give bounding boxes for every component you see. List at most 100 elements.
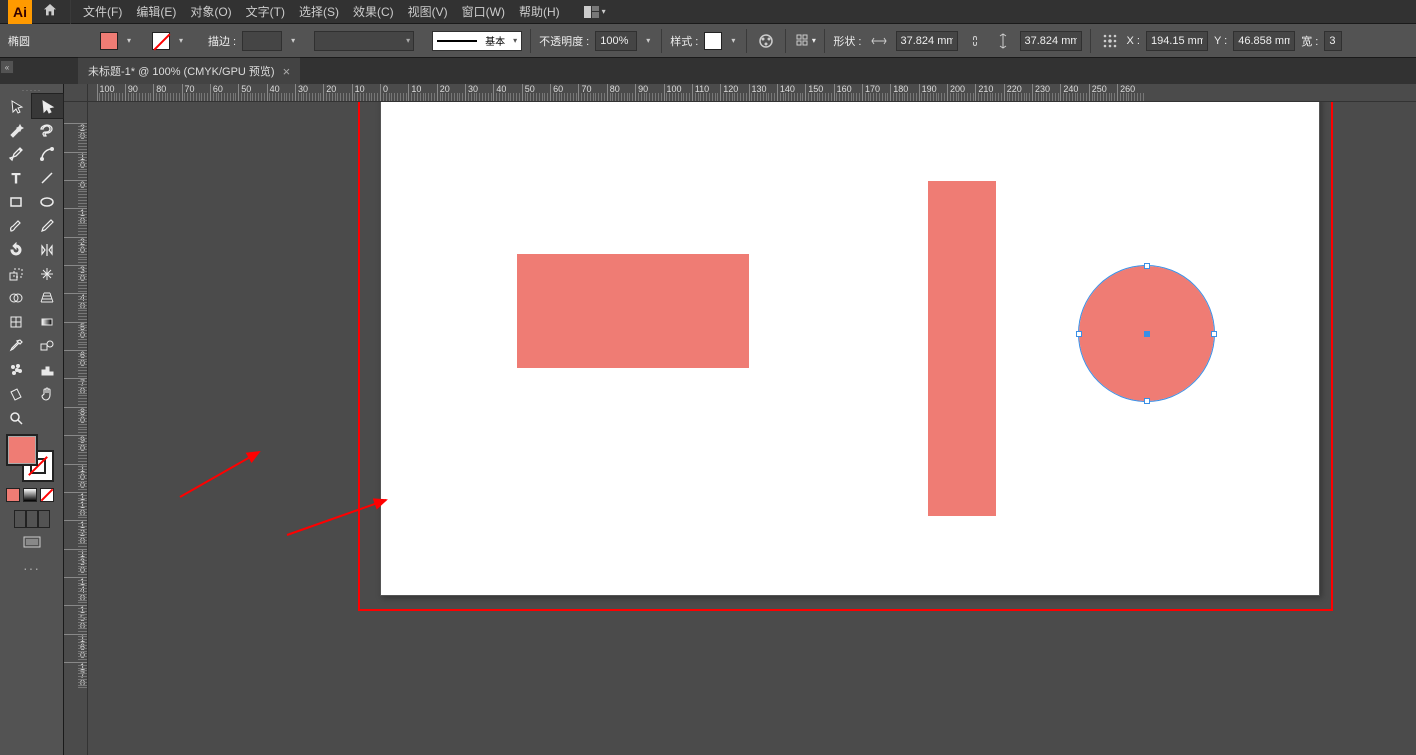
screen-mode-icon[interactable] (21, 532, 43, 554)
opacity-input[interactable] (595, 31, 637, 51)
x-input[interactable] (1146, 31, 1208, 51)
fill-stroke-indicator[interactable] (6, 434, 54, 482)
shape-h-input[interactable] (1020, 31, 1082, 51)
scale-tool[interactable] (0, 262, 32, 286)
toolbox: ····· T ··· (0, 84, 64, 755)
menu-item[interactable]: 文件(F) (77, 1, 128, 22)
toolbox-grip[interactable]: ····· (0, 86, 63, 94)
active-tool-label: 椭圆 (8, 33, 48, 49)
ruler-origin[interactable] (64, 84, 88, 102)
annotation-arrow (279, 492, 394, 543)
color-mode-swatch[interactable] (6, 488, 20, 502)
opacity-label: 不透明度 : (539, 33, 589, 49)
rectangle-tool[interactable] (0, 190, 32, 214)
y-label: Y : (1214, 35, 1227, 47)
stroke-color-swatch[interactable] (152, 32, 170, 50)
ellipse-tool[interactable] (32, 190, 64, 214)
link-wh-icon[interactable] (964, 30, 986, 52)
selection-tool[interactable] (0, 94, 32, 118)
none-mode-swatch[interactable] (40, 488, 54, 502)
layout-toggle[interactable]: ▾ (578, 4, 612, 20)
y-input[interactable] (1233, 31, 1295, 51)
style-dropdown[interactable]: ▾ (728, 32, 738, 50)
magic-wand-tool[interactable] (0, 118, 32, 142)
eyedropper-tool[interactable] (0, 334, 32, 358)
shape-label: 形状 : (833, 33, 861, 49)
stroke-weight-input[interactable] (242, 31, 282, 51)
selection-center[interactable] (1144, 331, 1150, 337)
height-icon[interactable] (992, 30, 1014, 52)
rotate-tool[interactable] (0, 238, 32, 262)
reflect-tool[interactable] (32, 238, 64, 262)
wl-input[interactable] (1324, 31, 1342, 51)
gradient-mode-swatch[interactable] (23, 488, 37, 502)
style-label: 样式 : (670, 33, 698, 49)
vertical-ruler[interactable]: 2010010203040506070809010011012013014015… (64, 102, 88, 755)
shape-w-input[interactable] (896, 31, 958, 51)
stroke-profile-dropdown[interactable]: ▾ (314, 31, 414, 51)
gradient-tool[interactable] (32, 310, 64, 334)
control-bar: 椭圆 ▾ ▾ 描边 : ▾ ▾ 基本▾ 不透明度 : ▾ 样式 : ▾ ▾ 形状… (0, 24, 1416, 58)
menu-item[interactable]: 选择(S) (293, 1, 345, 22)
reference-point-icon[interactable] (1099, 30, 1121, 52)
canvas[interactable] (88, 102, 1416, 755)
lasso-tool[interactable] (32, 118, 64, 142)
pen-tool[interactable] (0, 142, 32, 166)
annotation-arrow (172, 444, 267, 505)
close-tab-icon[interactable]: × (283, 64, 291, 79)
zoom-tool[interactable] (0, 406, 32, 430)
menu-item[interactable]: 文字(T) (240, 1, 291, 22)
menu-item[interactable]: 帮助(H) (513, 1, 566, 22)
graphic-style-swatch[interactable] (704, 32, 722, 50)
home-icon[interactable] (36, 0, 64, 23)
menu-item[interactable]: 效果(C) (347, 1, 400, 22)
width-icon[interactable] (868, 30, 890, 52)
direct-select-tool[interactable] (32, 94, 64, 118)
selection-handle[interactable] (1144, 398, 1150, 404)
rectangle-shape[interactable] (517, 254, 749, 368)
workspace: ····· T ··· 1009080706050403020100102030… (0, 84, 1416, 755)
edit-toolbar-icon[interactable]: ··· (0, 560, 63, 576)
menu-bar: Ai 文件(F)编辑(E)对象(O)文字(T)选择(S)效果(C)视图(V)窗口… (0, 0, 1416, 24)
draw-mode-buttons[interactable] (14, 510, 50, 528)
svg-text:T: T (11, 170, 20, 186)
horizontal-ruler[interactable]: 1009080706050403020100102030405060708090… (88, 84, 1416, 102)
stroke-dropdown[interactable]: ▾ (176, 32, 186, 50)
symbol-sprayer-tool[interactable] (0, 358, 32, 382)
column-graph-tool[interactable] (32, 358, 64, 382)
recolor-icon[interactable] (755, 30, 777, 52)
menu-item[interactable]: 窗口(W) (456, 1, 511, 22)
menu-item[interactable]: 视图(V) (402, 1, 454, 22)
line-tool[interactable] (32, 166, 64, 190)
free-transform-tool[interactable] (32, 262, 64, 286)
document-tab[interactable]: 未标题-1* @ 100% (CMYK/GPU 预览) × (78, 57, 300, 84)
type-tool[interactable]: T (0, 166, 32, 190)
curvature-tool[interactable] (32, 142, 64, 166)
slice-tool[interactable] (0, 382, 32, 406)
selection-handle[interactable] (1076, 331, 1082, 337)
blend-tool[interactable] (32, 334, 64, 358)
paintbrush-tool[interactable] (0, 214, 32, 238)
hand-tool[interactable] (32, 382, 64, 406)
selection-handle[interactable] (1211, 331, 1217, 337)
opacity-dropdown[interactable]: ▾ (643, 32, 653, 50)
separator (70, 0, 71, 24)
stroke-weight-dropdown[interactable]: ▾ (288, 32, 298, 50)
fill-dropdown[interactable]: ▾ (124, 32, 134, 50)
collapse-panels-icon[interactable]: « (0, 60, 14, 74)
brush-definition-dropdown[interactable]: 基本▾ (432, 31, 522, 51)
shape-builder-tool[interactable] (0, 286, 32, 310)
rectangle-shape[interactable] (928, 181, 996, 516)
mesh-tool[interactable] (0, 310, 32, 334)
menu-item[interactable]: 编辑(E) (130, 1, 182, 22)
document-tab-bar: « 未标题-1* @ 100% (CMYK/GPU 预览) × (0, 58, 1416, 84)
menu-item[interactable]: 对象(O) (184, 1, 237, 22)
document-tab-title: 未标题-1* @ 100% (CMYK/GPU 预览) (88, 63, 275, 79)
pencil-tool[interactable] (32, 214, 64, 238)
perspective-grid-tool[interactable] (32, 286, 64, 310)
selection-handle[interactable] (1144, 263, 1150, 269)
align-icon[interactable]: ▾ (794, 30, 816, 52)
app-logo: Ai (8, 0, 32, 24)
fill-color-swatch[interactable] (100, 32, 118, 50)
stroke-weight-label: 描边 : (208, 33, 236, 49)
